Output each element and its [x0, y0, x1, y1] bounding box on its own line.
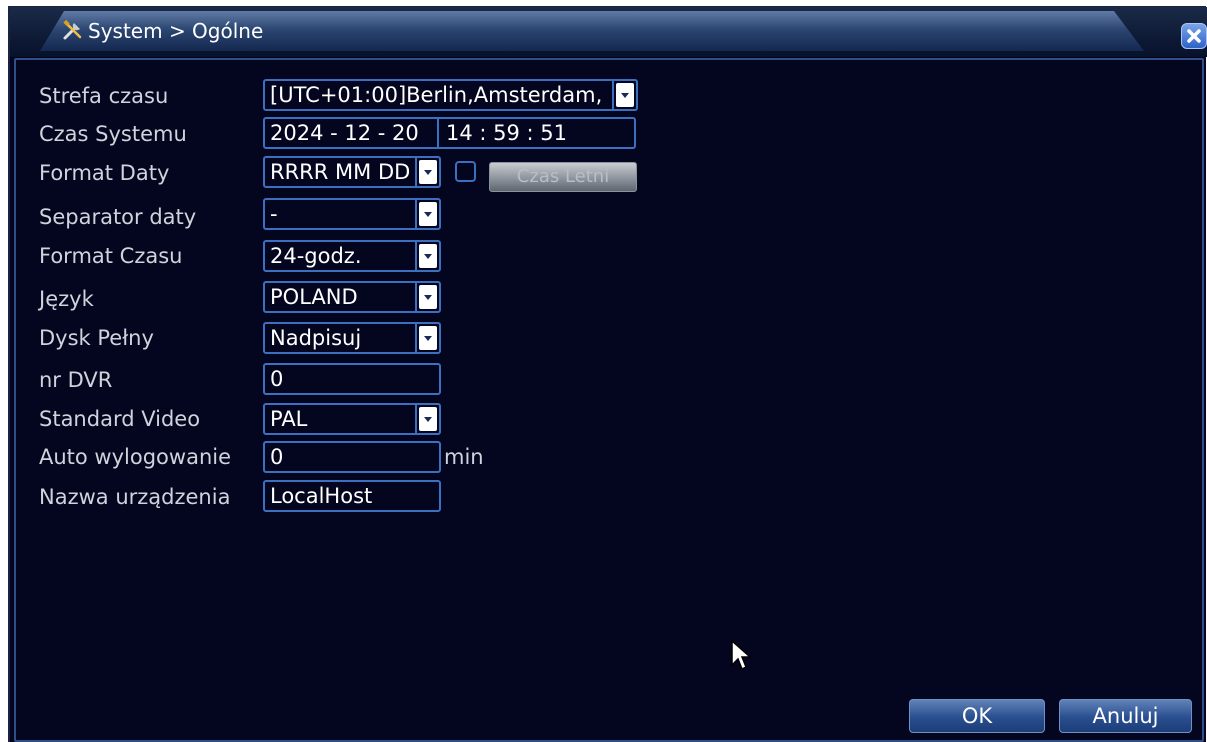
window-title: System > Ogólne	[88, 19, 264, 43]
settings-window: System > Ogólne Strefa czasu [UTC+01:00]…	[8, 6, 1207, 742]
dropdown-separator	[612, 81, 614, 109]
time-format-label: Format Czasu	[39, 244, 183, 268]
ok-button[interactable]: OK	[909, 699, 1045, 733]
date-format-label: Format Daty	[39, 161, 170, 185]
cancel-button[interactable]: Anuluj	[1059, 699, 1192, 733]
disk-full-select[interactable]: Nadpisuj	[263, 322, 441, 354]
close-icon	[1187, 29, 1201, 43]
close-button[interactable]	[1181, 23, 1207, 49]
dst-button[interactable]: Czas Letni	[489, 162, 637, 192]
system-time-value[interactable]: 14 : 59 : 51	[446, 119, 567, 147]
date-format-select[interactable]: RRRR MM DD	[263, 156, 441, 188]
video-standard-select[interactable]: PAL	[263, 403, 441, 435]
dropdown-separator	[415, 324, 417, 352]
dvr-number-value: 0	[270, 367, 284, 391]
video-standard-label: Standard Video	[39, 407, 201, 431]
dropdown-separator	[415, 283, 417, 311]
disk-full-label: Dysk Pełny	[39, 326, 154, 350]
content-panel	[14, 58, 1204, 742]
timezone-label: Strefa czasu	[39, 84, 169, 108]
time-format-value: 24-godz.	[270, 244, 362, 268]
device-name-label: Nazwa urządzenia	[39, 485, 231, 509]
device-name-input[interactable]: LocalHost	[263, 480, 441, 512]
time-format-select[interactable]: 24-godz.	[263, 240, 441, 272]
disk-full-value: Nadpisuj	[270, 326, 362, 350]
date-format-value: RRRR MM DD	[270, 160, 411, 184]
dst-checkbox[interactable]	[455, 161, 476, 182]
device-name-value: LocalHost	[270, 484, 373, 508]
chevron-down-icon[interactable]	[419, 407, 437, 431]
chevron-down-icon[interactable]	[419, 244, 437, 268]
chevron-down-icon[interactable]	[616, 83, 634, 107]
title-bar: System > Ogólne	[10, 7, 1207, 57]
timezone-value: [UTC+01:00]Berlin,Amsterdam,	[270, 83, 603, 107]
auto-logout-input[interactable]: 0	[263, 441, 441, 473]
date-time-separator	[437, 119, 439, 147]
date-separator-select[interactable]: -	[263, 198, 441, 230]
mouse-pointer-icon	[731, 639, 752, 671]
auto-logout-value: 0	[270, 445, 284, 469]
chevron-down-icon[interactable]	[419, 160, 437, 184]
dropdown-separator	[415, 405, 417, 433]
tools-icon	[63, 19, 82, 40]
dvr-number-input[interactable]: 0	[263, 363, 441, 395]
dropdown-separator	[415, 242, 417, 270]
chevron-down-icon[interactable]	[419, 326, 437, 350]
language-label: Język	[39, 287, 94, 311]
system-date-value[interactable]: 2024 - 12 - 20	[270, 119, 419, 147]
auto-logout-unit: min	[444, 445, 484, 469]
chevron-down-icon[interactable]	[419, 202, 437, 226]
auto-logout-label: Auto wylogowanie	[39, 445, 232, 469]
chevron-down-icon[interactable]	[419, 285, 437, 309]
dvr-number-label: nr DVR	[39, 368, 113, 392]
video-standard-value: PAL	[270, 407, 308, 431]
language-select[interactable]: POLAND	[263, 281, 441, 313]
dropdown-separator	[415, 158, 417, 186]
language-value: POLAND	[270, 285, 358, 309]
timezone-select[interactable]: [UTC+01:00]Berlin,Amsterdam,	[263, 79, 638, 111]
system-time-field[interactable]: 2024 - 12 - 20 14 : 59 : 51	[263, 117, 636, 149]
dropdown-separator	[415, 200, 417, 228]
date-separator-value: -	[270, 202, 278, 226]
date-separator-label: Separator daty	[39, 205, 197, 229]
system-time-label: Czas Systemu	[39, 122, 187, 146]
